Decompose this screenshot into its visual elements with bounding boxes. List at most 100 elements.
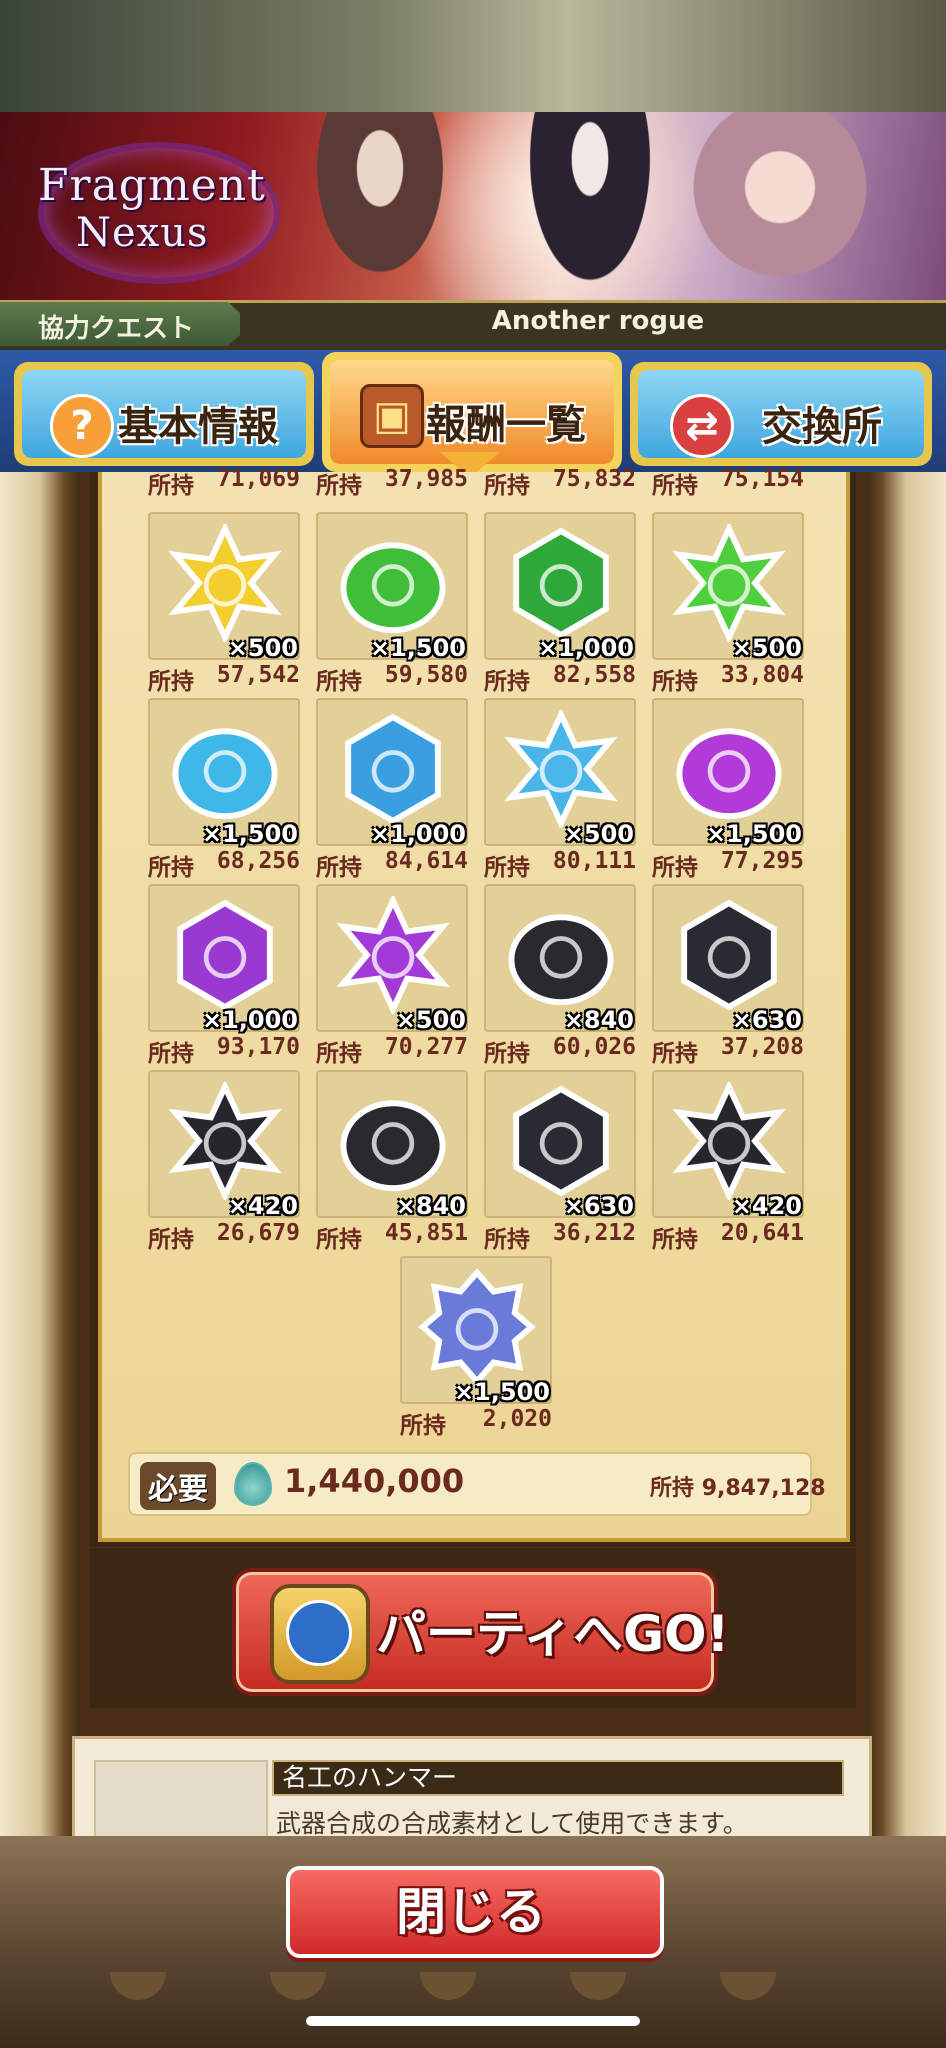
gem-star-icon [168, 524, 282, 642]
reward-item[interactable]: ×630 [652, 884, 804, 1034]
owned-value: 37,985 [384, 466, 468, 492]
reward-quantity: ×630 [563, 1192, 634, 1220]
left-frame [0, 472, 80, 1852]
reward-quantity: ×1,500 [453, 1378, 550, 1406]
gem-hex-icon [513, 527, 609, 639]
reward-item[interactable]: ×500 [652, 512, 804, 662]
tab-exchange[interactable]: ⇄ 交換所 [630, 362, 932, 466]
owned-value: 68,256 [216, 848, 300, 874]
gem-star-icon [672, 1082, 786, 1200]
owned-value: 45,851 [384, 1220, 468, 1246]
reward-item[interactable]: ×1,000 [148, 884, 300, 1034]
owned-count: 所持 2,020 [400, 1406, 552, 1439]
event-logo: Fragment Nexus [18, 142, 280, 284]
reward-quantity: ×1,500 [201, 820, 298, 848]
owned-count: 所持 80,111 [484, 848, 636, 881]
owned-value: 93,170 [216, 1034, 300, 1060]
owned-count: 所持 60,026 [484, 1034, 636, 1067]
owned-value: 75,832 [552, 466, 636, 492]
reward-item[interactable]: ×840 [484, 884, 636, 1034]
owned-value: 37,208 [720, 1034, 804, 1060]
tab-basic-info[interactable]: ? 基本情報 [14, 362, 314, 466]
reward-item[interactable]: ×1,000 [484, 512, 636, 662]
owned-label: 所持 [652, 473, 698, 499]
gem-hex-icon [177, 899, 273, 1011]
owned-value: 9,847,128 [701, 1476, 826, 1501]
owned-count: 所持 77,295 [652, 848, 804, 881]
owned-label: 所持 [148, 855, 194, 881]
logo-line-1: Fragment [38, 160, 266, 211]
reward-quantity: ×1,000 [201, 1006, 298, 1034]
owned-value: 26,679 [216, 1220, 300, 1246]
owned-value: 80,111 [552, 848, 636, 874]
owned-value: 70,277 [384, 1034, 468, 1060]
gem-hex-icon [681, 899, 777, 1011]
owned-value: 60,026 [552, 1034, 636, 1060]
close-button-label: 閉じる [396, 1883, 546, 1941]
owned-value: 84,614 [384, 848, 468, 874]
event-banner[interactable]: Fragment Nexus [0, 112, 946, 300]
owned-count: 所持 68,256 [148, 848, 300, 881]
owned-label: 所持 [652, 855, 698, 881]
tab-label: 交換所 [762, 404, 882, 450]
owned-label: 所持 [316, 1227, 362, 1253]
item-detail-text: 武器合成の合成素材として使用できます。 [276, 1809, 748, 1838]
reward-quantity: ×420 [227, 1192, 298, 1220]
gem-blob-icon [676, 728, 782, 820]
owned-count: 所持 57,542 [148, 662, 300, 695]
reward-item[interactable]: ×1,500 [400, 1256, 552, 1406]
reward-item[interactable]: ×1,500 [652, 698, 804, 848]
owned-label: 所持 [484, 1041, 530, 1067]
reward-item[interactable]: ×1,500 [148, 698, 300, 848]
owned-label: 所持 [652, 669, 698, 695]
owned-label: 所持 [484, 1227, 530, 1253]
owned-value: 59,580 [384, 662, 468, 688]
quest-type-badge: 協力クエスト [0, 302, 240, 346]
owned-label: 所持 [484, 473, 530, 499]
owned-count: 所持 20,641 [652, 1220, 804, 1253]
reward-quantity: ×500 [731, 634, 802, 662]
reward-item[interactable]: ×500 [484, 698, 636, 848]
home-indicator[interactable] [306, 2016, 640, 2026]
quest-type-label: 協力クエスト [38, 314, 195, 344]
reward-item[interactable]: ×420 [652, 1070, 804, 1220]
reward-quantity: ×1,000 [369, 820, 466, 848]
reward-quantity: ×500 [227, 634, 298, 662]
reward-item[interactable]: ×630 [484, 1070, 636, 1220]
quest-name: Another rogue [491, 306, 705, 336]
owned-label: 所持 [148, 1041, 194, 1067]
reward-item[interactable]: ×500 [316, 884, 468, 1034]
banner-character-2 [520, 112, 660, 300]
owned-value: 57,542 [216, 662, 300, 688]
tab-label: 基本情報 [118, 404, 278, 450]
party-icon [270, 1584, 370, 1684]
gem-star-icon [336, 896, 450, 1014]
reward-item[interactable]: ×500 [148, 512, 300, 662]
reward-list-scroll[interactable]: 所持 71,069 所持 37,985 所持 75,832 所持 75,154 ×500 所持 57… [98, 466, 850, 1542]
owned-label: 所持 [316, 669, 362, 695]
gem-star-icon [672, 524, 786, 642]
exchange-icon: ⇄ [670, 394, 734, 458]
right-frame [866, 472, 946, 1852]
gem-blob-icon [340, 542, 446, 634]
owned-count: 所持 71,069 [148, 466, 300, 499]
owned-label: 所持 [652, 1227, 698, 1253]
tab-label: 報酬一覧 [426, 402, 586, 448]
treasure-chest-icon: ▣ [360, 384, 424, 448]
reward-item[interactable]: ×1,000 [316, 698, 468, 848]
logo-line-2: Nexus [76, 210, 209, 256]
reward-quantity: ×1,500 [369, 634, 466, 662]
reward-item[interactable]: ×1,500 [316, 512, 468, 662]
question-icon: ? [50, 394, 114, 458]
background-blur [0, 0, 946, 112]
owned-label: 所持 [484, 669, 530, 695]
owned-count: 所持 26,679 [148, 1220, 300, 1253]
owned-value: 77,295 [720, 848, 804, 874]
reward-quantity: ×500 [395, 1006, 466, 1034]
reward-item[interactable]: ×840 [316, 1070, 468, 1220]
reward-item[interactable]: ×420 [148, 1070, 300, 1220]
owned-label: 所持 [316, 473, 362, 499]
owned-count: 所持 59,580 [316, 662, 468, 695]
reward-quantity: ×840 [563, 1006, 634, 1034]
owned-count: 所持 75,832 [484, 466, 636, 499]
